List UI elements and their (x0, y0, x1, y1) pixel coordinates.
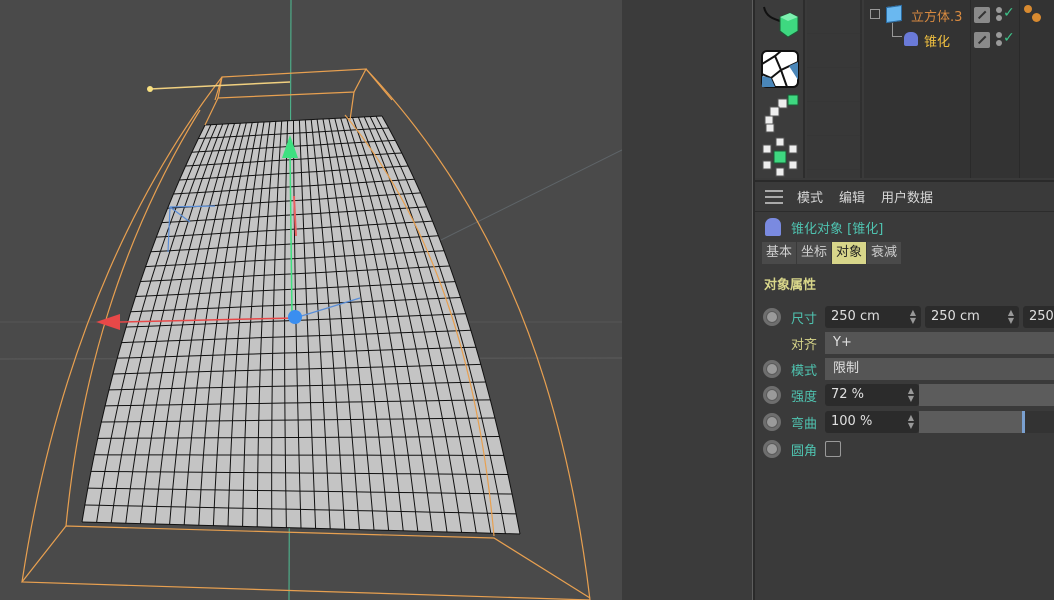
size-y-field[interactable]: 250 cm ▲ ▼ (925, 306, 1019, 328)
prop-label: 弯曲 (791, 417, 818, 432)
object-title: 锥化对象 [锥化] (791, 221, 884, 237)
visibility-dots-icon[interactable] (996, 7, 1002, 23)
stepper-icon[interactable]: ▲ ▼ (1007, 309, 1015, 325)
stepper-icon[interactable]: ▲ ▼ (909, 309, 917, 325)
tab-falloff[interactable]: 衰减 (867, 242, 902, 264)
object-row[interactable]: 锥化 ✓ (864, 23, 1054, 53)
size-z-field[interactable]: 250 (1023, 306, 1054, 328)
menu-user-data[interactable]: 用户数据 (881, 187, 933, 206)
viewport-right-margin (622, 0, 752, 600)
layer-cell (807, 102, 862, 136)
menu-edit[interactable]: 编辑 (839, 187, 865, 206)
prop-mode: 模式 限制 (755, 357, 1054, 381)
layer-cell (807, 34, 862, 68)
hierarchy-line (892, 23, 902, 37)
strength-slider[interactable] (919, 384, 1054, 406)
tab-coord[interactable]: 坐标 (797, 242, 832, 264)
stepper-icon[interactable]: ▲ ▼ (907, 387, 915, 403)
layer-column (807, 0, 862, 178)
layer-cell (807, 136, 862, 170)
axis-origin-handle[interactable] (288, 310, 302, 324)
keyframe-dot-icon[interactable] (763, 440, 781, 458)
taper-icon (904, 32, 918, 46)
spline-cube-icon[interactable] (757, 2, 803, 44)
hamburger-menu-icon[interactable] (765, 189, 783, 204)
voronoi-fracture-icon[interactable] (757, 48, 803, 90)
edit-tag-icon[interactable] (974, 7, 990, 23)
menu-mode[interactable]: 模式 (797, 187, 823, 206)
prop-label: 尺寸 (791, 312, 818, 327)
fillet-checkbox[interactable] (825, 441, 841, 457)
tab-object[interactable]: 对象 (832, 242, 867, 264)
attribute-title: 锥化对象 [锥化] (755, 212, 1054, 242)
mode-dropdown[interactable]: 限制 (825, 358, 1054, 380)
3d-viewport[interactable] (0, 0, 622, 600)
attribute-tabs: 基本 坐标 对象 衰减 (755, 242, 1054, 266)
keyframe-dot-icon[interactable] (763, 413, 781, 431)
taper-icon (765, 218, 781, 236)
enabled-check-icon[interactable]: ✓ (1003, 30, 1015, 46)
visibility-dots-icon[interactable] (996, 32, 1002, 48)
viewport-canvas[interactable] (0, 0, 622, 600)
layer-cell (807, 68, 862, 102)
strength-field[interactable]: 72 % ▲ ▼ (825, 384, 919, 406)
cloner-radial-icon[interactable] (757, 136, 803, 178)
curvature-slider-fill[interactable] (919, 411, 1023, 433)
prop-fillet: 圆角 (755, 437, 1054, 461)
enabled-check-icon[interactable]: ✓ (1003, 5, 1015, 21)
prop-align: 对齐 Y+ (755, 331, 1054, 355)
stepper-icon[interactable]: ▲ ▼ (907, 414, 915, 430)
prop-curvature: 弯曲 100 % ▲ ▼ (755, 410, 1054, 434)
attribute-manager: 模式 编辑 用户数据 锥化对象 [锥化] 基本 坐标 对象 衰减 对象属性 尺寸… (755, 180, 1054, 600)
x-axis-arrow[interactable] (96, 314, 120, 330)
object-manager: 立方体.3 ✓ 锥化 ✓ (864, 0, 1054, 178)
align-dropdown[interactable]: Y+ (825, 332, 1054, 354)
object-name[interactable]: 立方体.3 (911, 6, 962, 25)
cage-bottom-face (20, 525, 591, 600)
prop-label: 圆角 (791, 444, 818, 459)
keyframe-dot-icon[interactable] (763, 360, 781, 378)
keyframe-dot-icon[interactable] (763, 386, 781, 404)
keyframe-dot-icon[interactable] (763, 308, 781, 326)
cloner-array-icon[interactable] (757, 92, 803, 134)
cube-icon (886, 4, 902, 24)
prop-label: 强度 (791, 390, 818, 405)
curvature-slider-track[interactable] (1025, 411, 1054, 433)
prop-strength: 强度 72 % ▲ ▼ (755, 383, 1054, 407)
prop-size: 尺寸 250 cm ▲ ▼ 250 cm ▲ ▼ 250 (755, 305, 1054, 329)
collapse-toggle-icon[interactable] (870, 9, 880, 19)
taper-handle-knob[interactable] (147, 86, 153, 92)
object-name[interactable]: 锥化 (924, 31, 950, 50)
size-x-field[interactable]: 250 cm ▲ ▼ (825, 306, 921, 328)
section-title: 对象属性 (764, 278, 817, 293)
curvature-field[interactable]: 100 % ▲ ▼ (825, 411, 919, 433)
layer-cell (807, 0, 862, 34)
object-palette (755, 0, 805, 178)
attribute-menubar: 模式 编辑 用户数据 (755, 182, 1054, 212)
prop-label: 模式 (791, 364, 818, 379)
tab-basic[interactable]: 基本 (762, 242, 797, 264)
cage-top-face (217, 68, 368, 99)
edit-tag-icon[interactable] (974, 32, 990, 48)
prop-label: 对齐 (791, 338, 818, 353)
material-spheres-icon[interactable] (1024, 5, 1044, 25)
